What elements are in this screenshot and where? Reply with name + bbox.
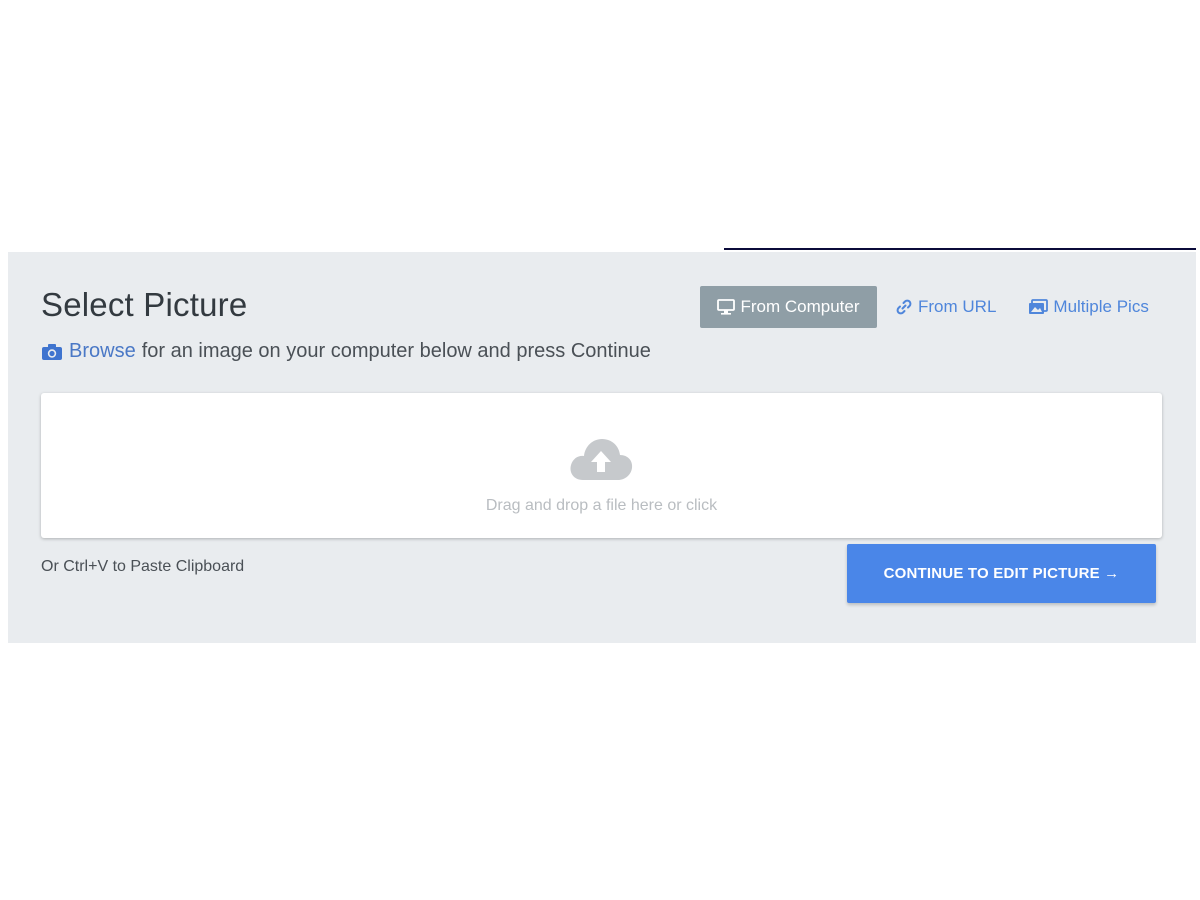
browse-link[interactable]: Browse <box>69 340 136 363</box>
tab-label: From Computer <box>740 297 860 316</box>
monitor-icon <box>717 299 736 315</box>
link-icon <box>895 298 913 316</box>
tab-label: From URL <box>918 297 997 316</box>
camera-icon <box>41 343 63 361</box>
images-icon <box>1028 299 1049 315</box>
source-tabs: From Computer From URL Multiple Pics <box>700 286 1165 328</box>
cloud-upload-icon <box>567 434 635 484</box>
tab-from-url[interactable]: From URL <box>879 286 1012 328</box>
top-divider-line <box>724 248 1196 250</box>
subtitle: Browse for an image on your computer bel… <box>41 340 651 363</box>
paste-clipboard-hint: Or Ctrl+V to Paste Clipboard <box>41 558 245 575</box>
tab-label: Multiple Pics <box>1053 297 1149 316</box>
file-dropzone[interactable]: Drag and drop a file here or click <box>41 393 1162 538</box>
page-title: Select Picture <box>41 286 248 323</box>
tab-from-computer[interactable]: From Computer <box>700 286 877 328</box>
subtitle-text: for an image on your computer below and … <box>141 340 651 362</box>
select-picture-panel: Select Picture Browse for an image on yo… <box>8 252 1196 643</box>
continue-button[interactable]: CONTINUE TO EDIT PICTURE → <box>847 544 1156 603</box>
dropzone-text: Drag and drop a file here or click <box>485 497 718 514</box>
tab-multiple-pics[interactable]: Multiple Pics <box>1012 286 1164 328</box>
